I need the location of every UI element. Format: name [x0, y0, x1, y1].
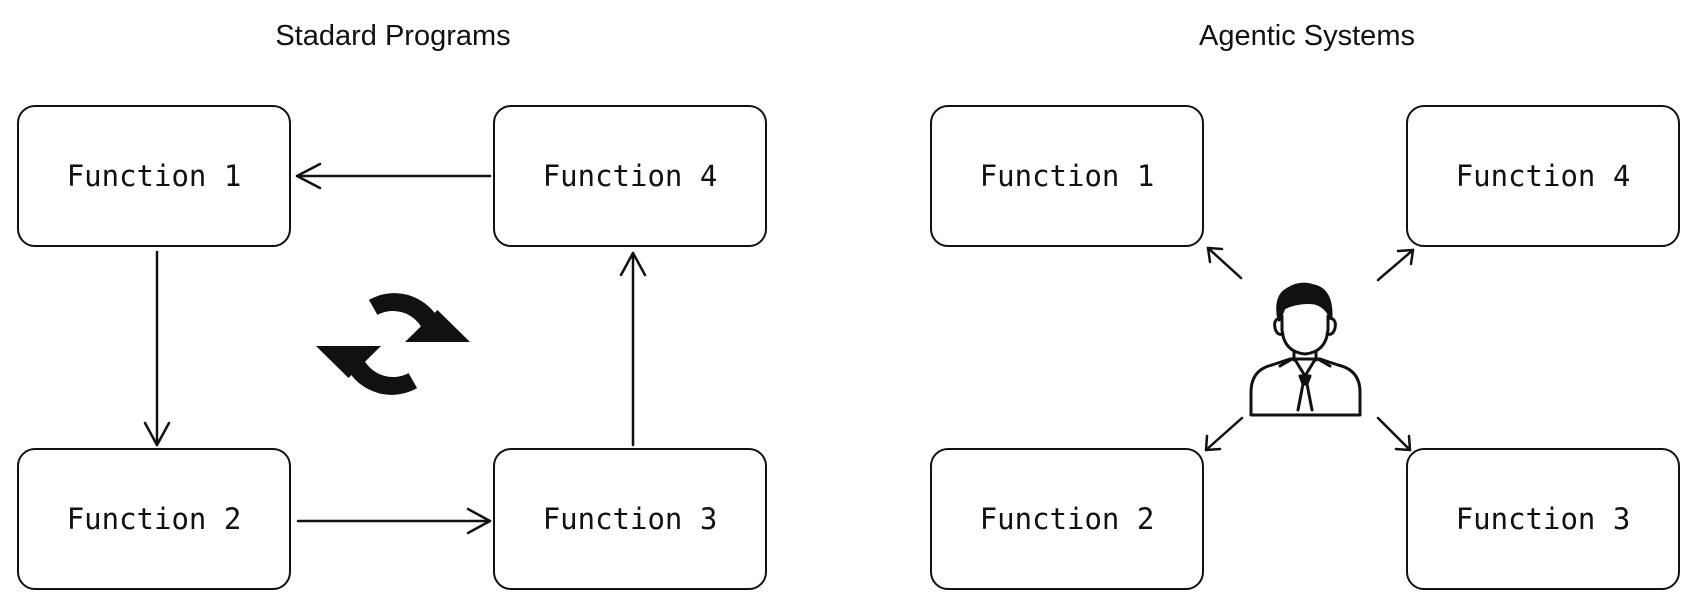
arrow-agent-to-function1: [1206, 246, 1243, 280]
diagram-connectors: [143, 162, 1415, 535]
arrow-function3-to-function4: [619, 251, 647, 447]
arrow-agent-to-function2: [1204, 416, 1244, 452]
arrow-function2-to-function3: [296, 507, 492, 535]
arrow-agent-to-function3: [1376, 416, 1412, 452]
diagram-canvas: Stadard Programs Agentic Systems Functio…: [0, 0, 1704, 613]
refresh-cycle-icon: [316, 293, 470, 395]
businessman-icon: [1249, 282, 1362, 417]
arrow-function1-to-function2: [143, 250, 171, 447]
arrow-function4-to-function1: [295, 162, 492, 190]
arrow-agent-to-function4: [1376, 248, 1415, 282]
